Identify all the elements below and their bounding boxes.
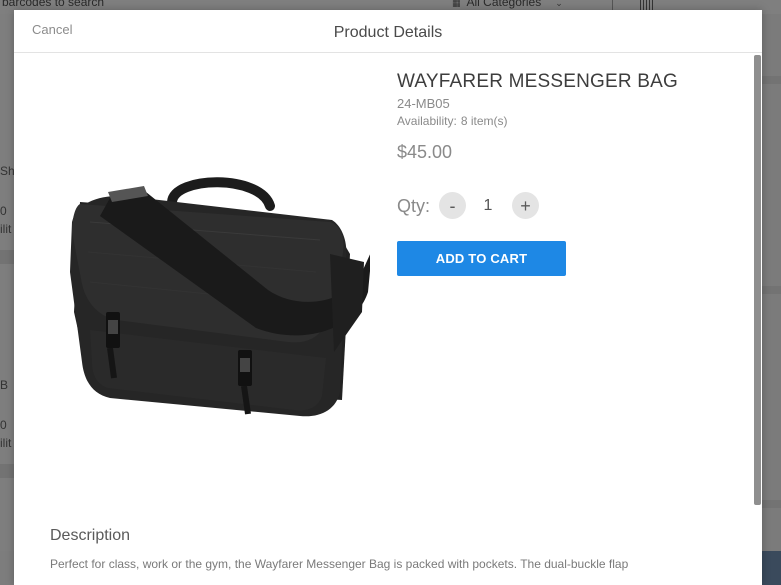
quantity-increase-button[interactable]: + [512, 192, 539, 219]
product-price: $45.00 [397, 142, 453, 162]
product-sku: 24-MB05 [397, 96, 450, 111]
background-right-column [762, 14, 781, 585]
availability-value: 8 item(s) [460, 114, 508, 128]
background-fragment: 0 [0, 418, 7, 432]
background-fragment: ilit [0, 222, 12, 236]
modal-header: Cancel Product Details [14, 10, 762, 53]
product-details-modal: Cancel Product Details WAYFARER MESSENGE… [14, 10, 762, 585]
background-band [762, 500, 781, 508]
background-fragment: 0 [0, 204, 7, 218]
background-category-select: ▦ All Categories ⌄ [452, 0, 563, 9]
scrollbar-thumb[interactable] [754, 55, 761, 505]
description-text: Perfect for class, work or the gym, the … [50, 557, 629, 571]
background-band [762, 76, 781, 84]
product-name: WAYFARER MESSENGER BAG [397, 71, 679, 92]
background-category-label: All Categories [466, 0, 542, 9]
background-band [0, 464, 14, 478]
messenger-bag-image [70, 177, 370, 417]
chevron-down-icon: ⌄ [555, 0, 563, 8]
background-fragment: ilit [0, 436, 12, 450]
description-heading: Description [50, 527, 131, 544]
quantity-value[interactable]: 1 [476, 197, 500, 215]
quantity-decrease-button[interactable]: - [439, 192, 466, 219]
background-fragment: Sh [0, 164, 15, 178]
quantity-label: Qty: [397, 196, 431, 216]
background-search-input: barcodes to search [2, 0, 105, 9]
add-to-cart-button[interactable]: ADD TO CART [397, 241, 566, 276]
modal-title: Product Details [333, 24, 443, 41]
availability-label: Availability: [397, 114, 457, 128]
background-fragment: B [0, 378, 9, 392]
product-availability: Availability: 8 item(s) [397, 114, 507, 128]
grid-icon: ▦ [452, 0, 461, 8]
background-left-column: Sh 0 ilit B 0 ilit [0, 14, 15, 585]
background-band [762, 286, 781, 294]
background-band [0, 250, 14, 264]
